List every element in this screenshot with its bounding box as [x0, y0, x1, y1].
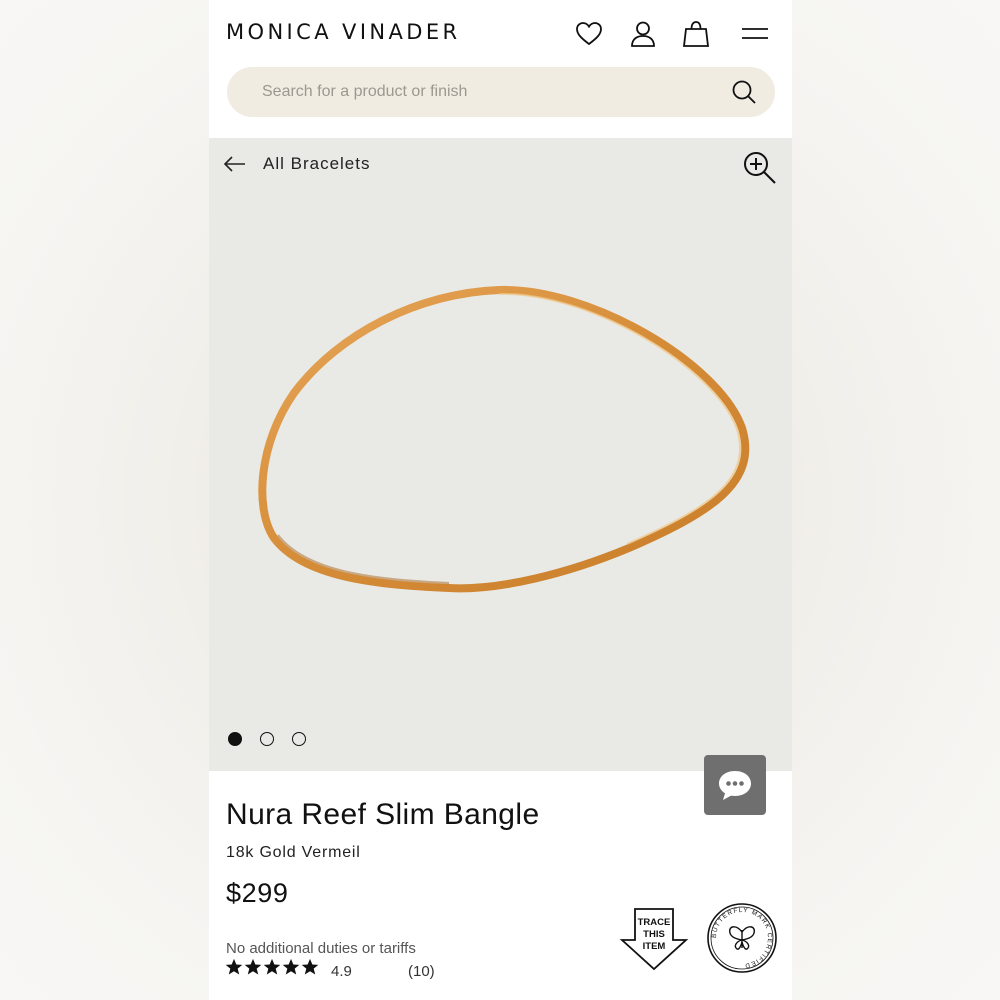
user-icon [631, 21, 655, 47]
product-price: $299 [226, 878, 289, 908]
star-icon [263, 958, 281, 975]
rating-stars[interactable] [225, 958, 319, 976]
product-finish: 18k Gold Vermeil [226, 844, 361, 861]
star-icon [282, 958, 300, 975]
arrow-left-icon [223, 156, 245, 172]
back-link-label: All Bracelets [263, 154, 371, 173]
zoom-in-icon[interactable] [742, 150, 778, 186]
product-title: Nura Reef Slim Bangle [226, 798, 540, 831]
carousel-dot-2[interactable] [260, 732, 274, 746]
heart-icon [576, 22, 602, 46]
search-bar [227, 67, 775, 117]
bag-icon [682, 21, 710, 47]
star-icon [244, 958, 262, 975]
butterfly-mark-badge[interactable]: BUTTERFLY MARK CERTIFIED [706, 902, 778, 974]
product-gallery[interactable]: All Bracelets [209, 138, 792, 771]
trace-line-3: ITEM [643, 941, 666, 952]
bag-button[interactable] [679, 17, 713, 51]
carousel-dot-3[interactable] [292, 732, 306, 746]
chat-button[interactable] [704, 755, 766, 815]
star-icon [301, 958, 319, 975]
menu-button[interactable] [738, 17, 772, 51]
trace-this-item-badge[interactable]: TRACE THIS ITEM [619, 906, 689, 972]
carousel-dots [228, 732, 306, 746]
search-icon[interactable] [731, 79, 757, 105]
menu-icon [742, 28, 768, 39]
trace-line-1: TRACE [638, 917, 671, 928]
trace-line-2: THIS [643, 929, 665, 940]
duties-note: No additional duties or tariffs [226, 940, 416, 957]
account-button[interactable] [626, 17, 660, 51]
chat-icon [719, 771, 751, 800]
star-icon [225, 958, 243, 975]
rating-value: 4.9 [331, 963, 352, 980]
carousel-dot-1[interactable] [228, 732, 242, 746]
brand-logo[interactable]: MONICA VINADER [226, 20, 461, 44]
product-image-bangle [258, 285, 750, 593]
review-count[interactable]: (10) [408, 963, 435, 980]
wishlist-button[interactable] [572, 17, 606, 51]
back-to-category-link[interactable]: All Bracelets [223, 152, 370, 176]
site-header: MONICA VINADER [209, 0, 792, 138]
search-input[interactable] [262, 67, 702, 117]
product-page: MONICA VINADER Search for a product or f… [209, 0, 792, 1000]
